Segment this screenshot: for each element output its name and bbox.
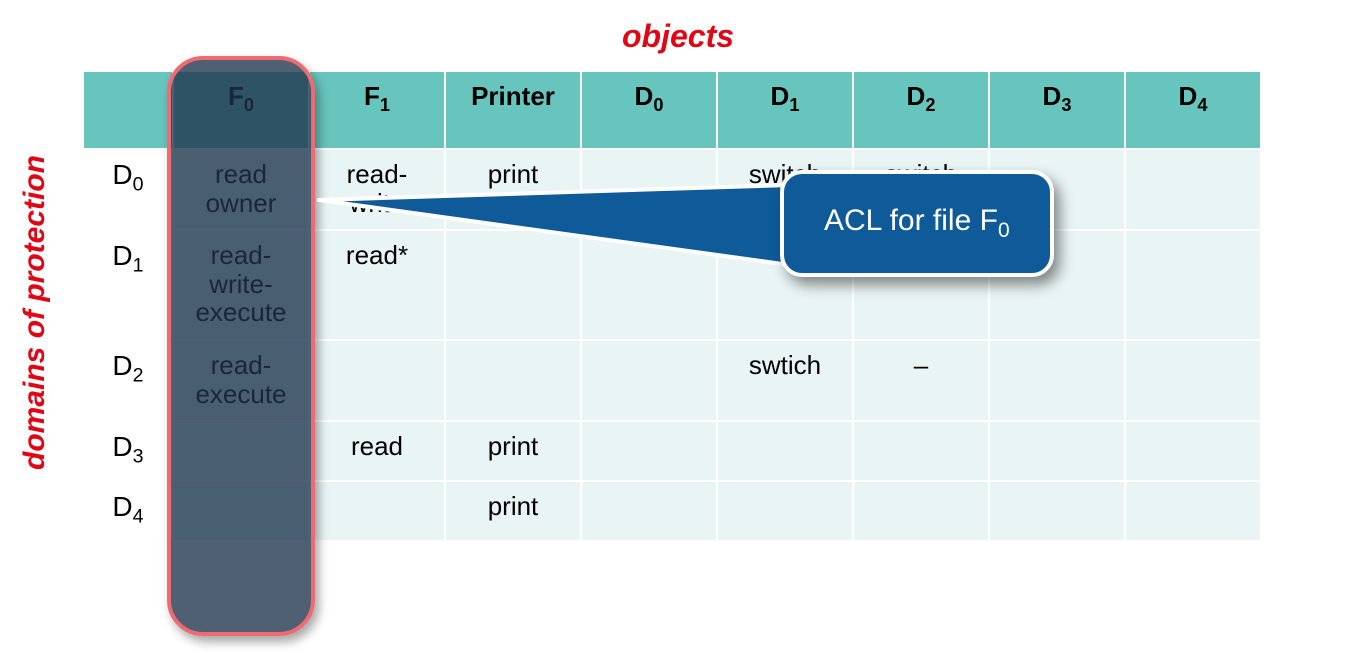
cell <box>309 481 445 541</box>
cell: read <box>309 421 445 481</box>
cell <box>173 421 309 481</box>
cell <box>445 340 581 421</box>
cell <box>1125 230 1261 340</box>
column-header-row: F0F1PrinterD0D1D2D3D4 <box>83 71 1261 149</box>
cell <box>717 421 853 481</box>
col-header-f0: F0 <box>173 71 309 149</box>
cell: – <box>853 340 989 421</box>
col-header-d1: D1 <box>717 71 853 149</box>
cell <box>309 340 445 421</box>
cell: print <box>445 481 581 541</box>
col-header-d2: D2 <box>853 71 989 149</box>
cell: swtich <box>717 340 853 421</box>
table-row: D0readownerread-writeprintswitchswitch <box>83 149 1261 230</box>
callout-sub: 0 <box>998 219 1010 242</box>
objects-axis-label: objects <box>0 18 1356 55</box>
table-row: D3 readprint <box>83 421 1261 481</box>
cell: print <box>445 421 581 481</box>
cell: read-write <box>309 149 445 230</box>
cell: print <box>445 149 581 230</box>
cell <box>1125 340 1261 421</box>
row-header-d1: D1 <box>83 230 173 340</box>
cell <box>853 421 989 481</box>
cell <box>581 481 717 541</box>
cell <box>989 421 1125 481</box>
cell: read* <box>309 230 445 340</box>
acl-callout: ACL for file F0 <box>780 170 1054 277</box>
col-header-d3: D3 <box>989 71 1125 149</box>
cell <box>853 481 989 541</box>
cell <box>1125 481 1261 541</box>
row-header-d2: D2 <box>83 340 173 421</box>
col-header-printer: Printer <box>445 71 581 149</box>
cell <box>173 481 309 541</box>
domains-axis-label: domains of protection <box>18 155 52 470</box>
cell: readowner <box>173 149 309 230</box>
cell <box>989 340 1125 421</box>
cell <box>1125 421 1261 481</box>
cell <box>581 340 717 421</box>
table-row: D1read-write-executeread*– <box>83 230 1261 340</box>
cell <box>581 421 717 481</box>
col-header-f1: F1 <box>309 71 445 149</box>
col-header-d0: D0 <box>581 71 717 149</box>
cell <box>581 230 717 340</box>
header-blank <box>83 71 173 149</box>
callout-text: ACL for file F <box>824 204 998 237</box>
cell: read-write-execute <box>173 230 309 340</box>
access-matrix-table: F0F1PrinterD0D1D2D3D4 D0readownerread-wr… <box>82 70 1262 542</box>
cell <box>717 481 853 541</box>
table-row: D2read-execute swtich– <box>83 340 1261 421</box>
cell: read-execute <box>173 340 309 421</box>
cell <box>989 481 1125 541</box>
row-header-d0: D0 <box>83 149 173 230</box>
access-matrix: F0F1PrinterD0D1D2D3D4 D0readownerread-wr… <box>82 70 1262 542</box>
col-header-d4: D4 <box>1125 71 1261 149</box>
row-header-d3: D3 <box>83 421 173 481</box>
cell <box>581 149 717 230</box>
cell <box>445 230 581 340</box>
row-header-d4: D4 <box>83 481 173 541</box>
table-row: D4 print <box>83 481 1261 541</box>
cell <box>1125 149 1261 230</box>
